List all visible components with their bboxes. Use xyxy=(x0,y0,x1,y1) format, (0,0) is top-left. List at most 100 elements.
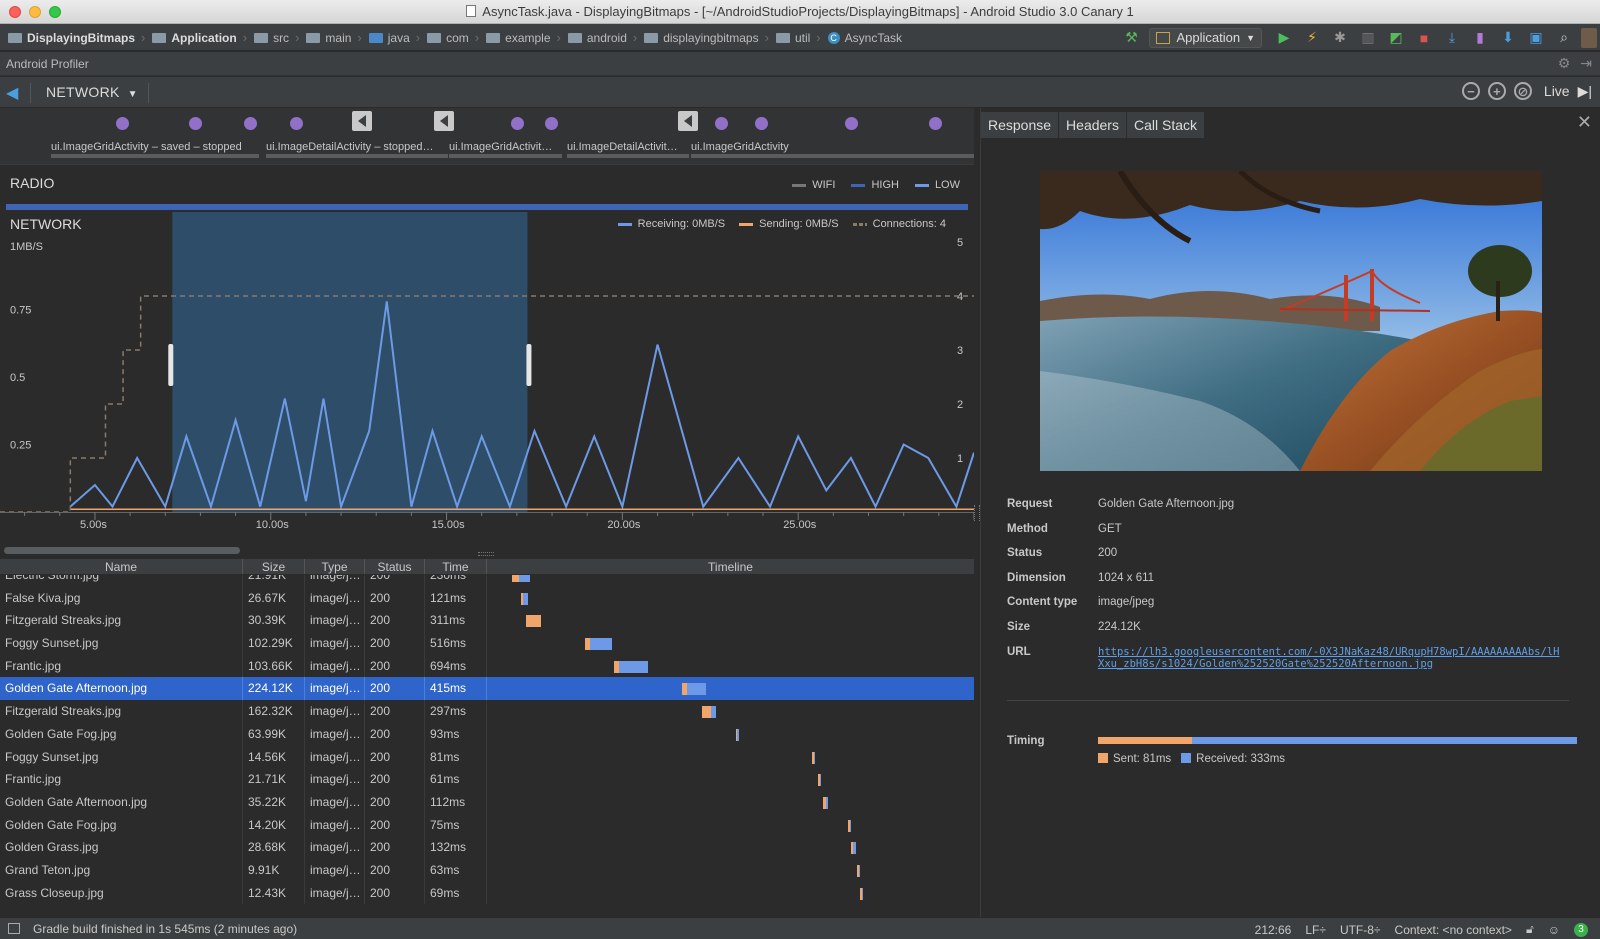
column-header-name[interactable]: Name xyxy=(0,559,243,574)
table-row[interactable]: Frantic.jpg 21.71K image/j… 200 61ms xyxy=(0,768,974,791)
column-header-type[interactable]: Type xyxy=(305,559,365,574)
cell-type: image/j… xyxy=(305,609,365,633)
live-button[interactable]: Live xyxy=(1544,83,1570,99)
table-row[interactable]: Fitzgerald Streaks.jpg 162.32K image/j… 200… xyxy=(0,700,974,723)
event-dot[interactable] xyxy=(290,117,303,130)
zoom-in-icon[interactable]: + xyxy=(1487,82,1506,100)
profiler-stage-dropdown[interactable]: NETWORK ▼ xyxy=(46,84,138,100)
activity-segment[interactable]: ui.ImageDetailActivit… xyxy=(567,141,689,158)
coverage-icon[interactable]: ▥ xyxy=(1357,27,1379,49)
table-row[interactable]: Golden Grass.jpg 28.68K image/j… 200 132ms xyxy=(0,836,974,859)
table-row[interactable]: Golden Gate Fog.jpg 63.99K image/j… 200 93ms xyxy=(0,722,974,746)
column-header-status[interactable]: Status xyxy=(365,559,425,574)
context-indicator[interactable]: Context: <no context> xyxy=(1395,923,1512,937)
breadcrumb-src[interactable]: src xyxy=(254,31,289,45)
lock-icon[interactable]: 🔓︎ xyxy=(1526,922,1534,937)
event-dot[interactable] xyxy=(715,117,728,130)
tab-call-stack[interactable]: Call Stack xyxy=(1126,112,1204,138)
activity-segment[interactable]: ui.ImageGridActivit… xyxy=(449,141,562,158)
table-row[interactable]: Golden Gate Afternoon.jpg 35.22K image/j… 2… xyxy=(0,790,974,814)
activity-segment[interactable]: ui.ImageGridActivity – saved – stopped xyxy=(51,141,259,158)
column-header-time[interactable]: Time xyxy=(425,559,487,574)
project-structure-icon[interactable]: ▣ xyxy=(1525,27,1547,49)
event-dot[interactable] xyxy=(845,117,858,130)
gear-icon[interactable]: ⚙ xyxy=(1558,55,1571,72)
table-row[interactable]: Golden Gate Fog.jpg 14.20K image/j… 200 75ms xyxy=(0,813,974,837)
breadcrumb-android[interactable]: android xyxy=(567,31,627,45)
column-header-timeline[interactable]: Timeline xyxy=(487,559,974,574)
event-dot[interactable] xyxy=(929,117,942,130)
breadcrumb-util[interactable]: util xyxy=(775,31,810,45)
table-row[interactable]: Foggy Sunset.jpg 102.29K image/j… 200 516ms xyxy=(0,632,974,655)
hide-panel-icon[interactable]: ⇥ xyxy=(1580,55,1592,72)
event-dot[interactable] xyxy=(755,117,768,130)
table-row[interactable]: Foggy Sunset.jpg 14.56K image/j… 200 81ms xyxy=(0,745,974,769)
cell-type: image/j… xyxy=(305,586,365,610)
breadcrumb-example[interactable]: example xyxy=(486,31,551,45)
column-header-size[interactable]: Size xyxy=(243,559,305,574)
event-dot[interactable] xyxy=(244,117,257,130)
status-message[interactable]: Gradle build finished in 1s 545ms (2 min… xyxy=(33,922,297,936)
file-encoding[interactable]: UTF-8÷ xyxy=(1340,923,1381,937)
inspector-icon[interactable]: ☺︎ xyxy=(1548,923,1560,937)
breadcrumb-java[interactable]: java xyxy=(368,31,410,45)
back-event-icon[interactable] xyxy=(678,111,698,131)
profile-icon[interactable]: ◩ xyxy=(1385,27,1407,49)
table-row[interactable]: Grass Closeup.jpg 12.43K image/j… 200 69ms xyxy=(0,881,974,905)
breadcrumb-com[interactable]: com xyxy=(427,31,469,45)
debug-icon[interactable]: ✱ xyxy=(1329,27,1351,49)
network-chart-svg[interactable]: 1MB/S0.750.50.25543215.00s 10.00s 15.00s 20… xyxy=(0,212,974,544)
table-row[interactable]: Golden Gate Afternoon.jpg 224.12K image/j…… xyxy=(0,677,974,701)
breadcrumb-project[interactable]: DisplayingBitmaps xyxy=(8,31,135,45)
back-arrow-icon[interactable]: ◀ xyxy=(6,83,18,103)
run-icon[interactable]: ▶ xyxy=(1273,27,1295,49)
back-event-icon[interactable] xyxy=(434,111,454,131)
reset-zoom-icon[interactable]: ⊘ xyxy=(1513,82,1532,100)
table-row[interactable]: Frantic.jpg 103.66K image/j… 200 694ms xyxy=(0,654,974,678)
sync-gradle-icon[interactable]: ⤓ xyxy=(1441,27,1463,49)
run-configuration-select[interactable]: Application ▼ xyxy=(1149,27,1262,48)
activity-segment[interactable]: ui.ImageDetailActivity – stopped… xyxy=(266,141,448,158)
breadcrumb-asynctask[interactable]: C AsyncTask xyxy=(827,31,902,45)
event-dot[interactable] xyxy=(116,117,129,130)
avd-manager-icon[interactable]: ▮ xyxy=(1469,27,1491,49)
table-row[interactable]: Grand Teton.jpg 9.91K image/j… 200 63ms xyxy=(0,858,974,882)
tab-headers[interactable]: Headers xyxy=(1059,112,1126,138)
stop-icon[interactable]: ■ xyxy=(1413,27,1435,49)
event-dot[interactable] xyxy=(189,117,202,130)
selection-range xyxy=(172,212,528,512)
java-file-icon xyxy=(466,5,477,17)
table-row[interactable]: Fitzgerald Streaks.jpg 30.39K image/j… 200 3… xyxy=(0,609,974,633)
zoom-out-icon[interactable]: − xyxy=(1461,82,1480,100)
y2-tick-label: 2 xyxy=(957,399,963,411)
sdk-manager-icon[interactable]: ⬇ xyxy=(1497,27,1519,49)
apply-changes-icon[interactable]: ⚡ xyxy=(1301,27,1323,49)
close-icon[interactable]: ✕ xyxy=(1577,112,1592,133)
url-link[interactable]: https://lh3.googleusercontent.com/-0X3JN… xyxy=(1098,646,1559,658)
caret-position[interactable]: 212:66 xyxy=(1255,923,1292,937)
scrollbar-thumb[interactable] xyxy=(4,547,240,554)
build-hammer-icon[interactable]: ⚒ xyxy=(1120,27,1142,49)
event-dot[interactable] xyxy=(511,117,524,130)
breadcrumb-displayingbitmaps[interactable]: displayingbitmaps xyxy=(644,31,759,45)
url-link-continued[interactable]: Xxu_zbH8s/s1024/Golden%252520Gate%252520… xyxy=(1098,658,1559,670)
search-icon[interactable]: ⌕ xyxy=(1553,27,1575,49)
cell-type: image/j… xyxy=(305,858,365,882)
breadcrumb-module[interactable]: Application xyxy=(152,31,237,45)
jump-to-live-icon[interactable]: ▶| xyxy=(1578,83,1592,100)
tool-windows-icon[interactable] xyxy=(8,923,20,934)
table-row[interactable]: False Kiva.jpg 26.67K image/j… 200 121ms xyxy=(0,586,974,610)
splitter-handle[interactable] xyxy=(478,552,494,556)
back-event-icon[interactable] xyxy=(352,111,372,131)
event-log-badge[interactable]: 3 xyxy=(1574,922,1588,937)
cell-timeline xyxy=(487,882,974,905)
tab-response[interactable]: Response xyxy=(981,112,1059,138)
event-dot[interactable] xyxy=(545,117,558,130)
breadcrumb-main[interactable]: main xyxy=(306,31,351,45)
cell-type: image/j… xyxy=(305,836,365,859)
line-separator[interactable]: LF÷ xyxy=(1305,923,1326,937)
activity-segment[interactable]: ui.ImageGridActivity xyxy=(691,141,974,158)
network-chart[interactable]: 1MB/S 0.75 0.5 0.25 5 4 3 2 1 5.00s 10.00s 15.00s 20… xyxy=(0,212,974,544)
y-axis-label: 1MB/S xyxy=(10,241,43,253)
avatar[interactable] xyxy=(1581,27,1597,48)
